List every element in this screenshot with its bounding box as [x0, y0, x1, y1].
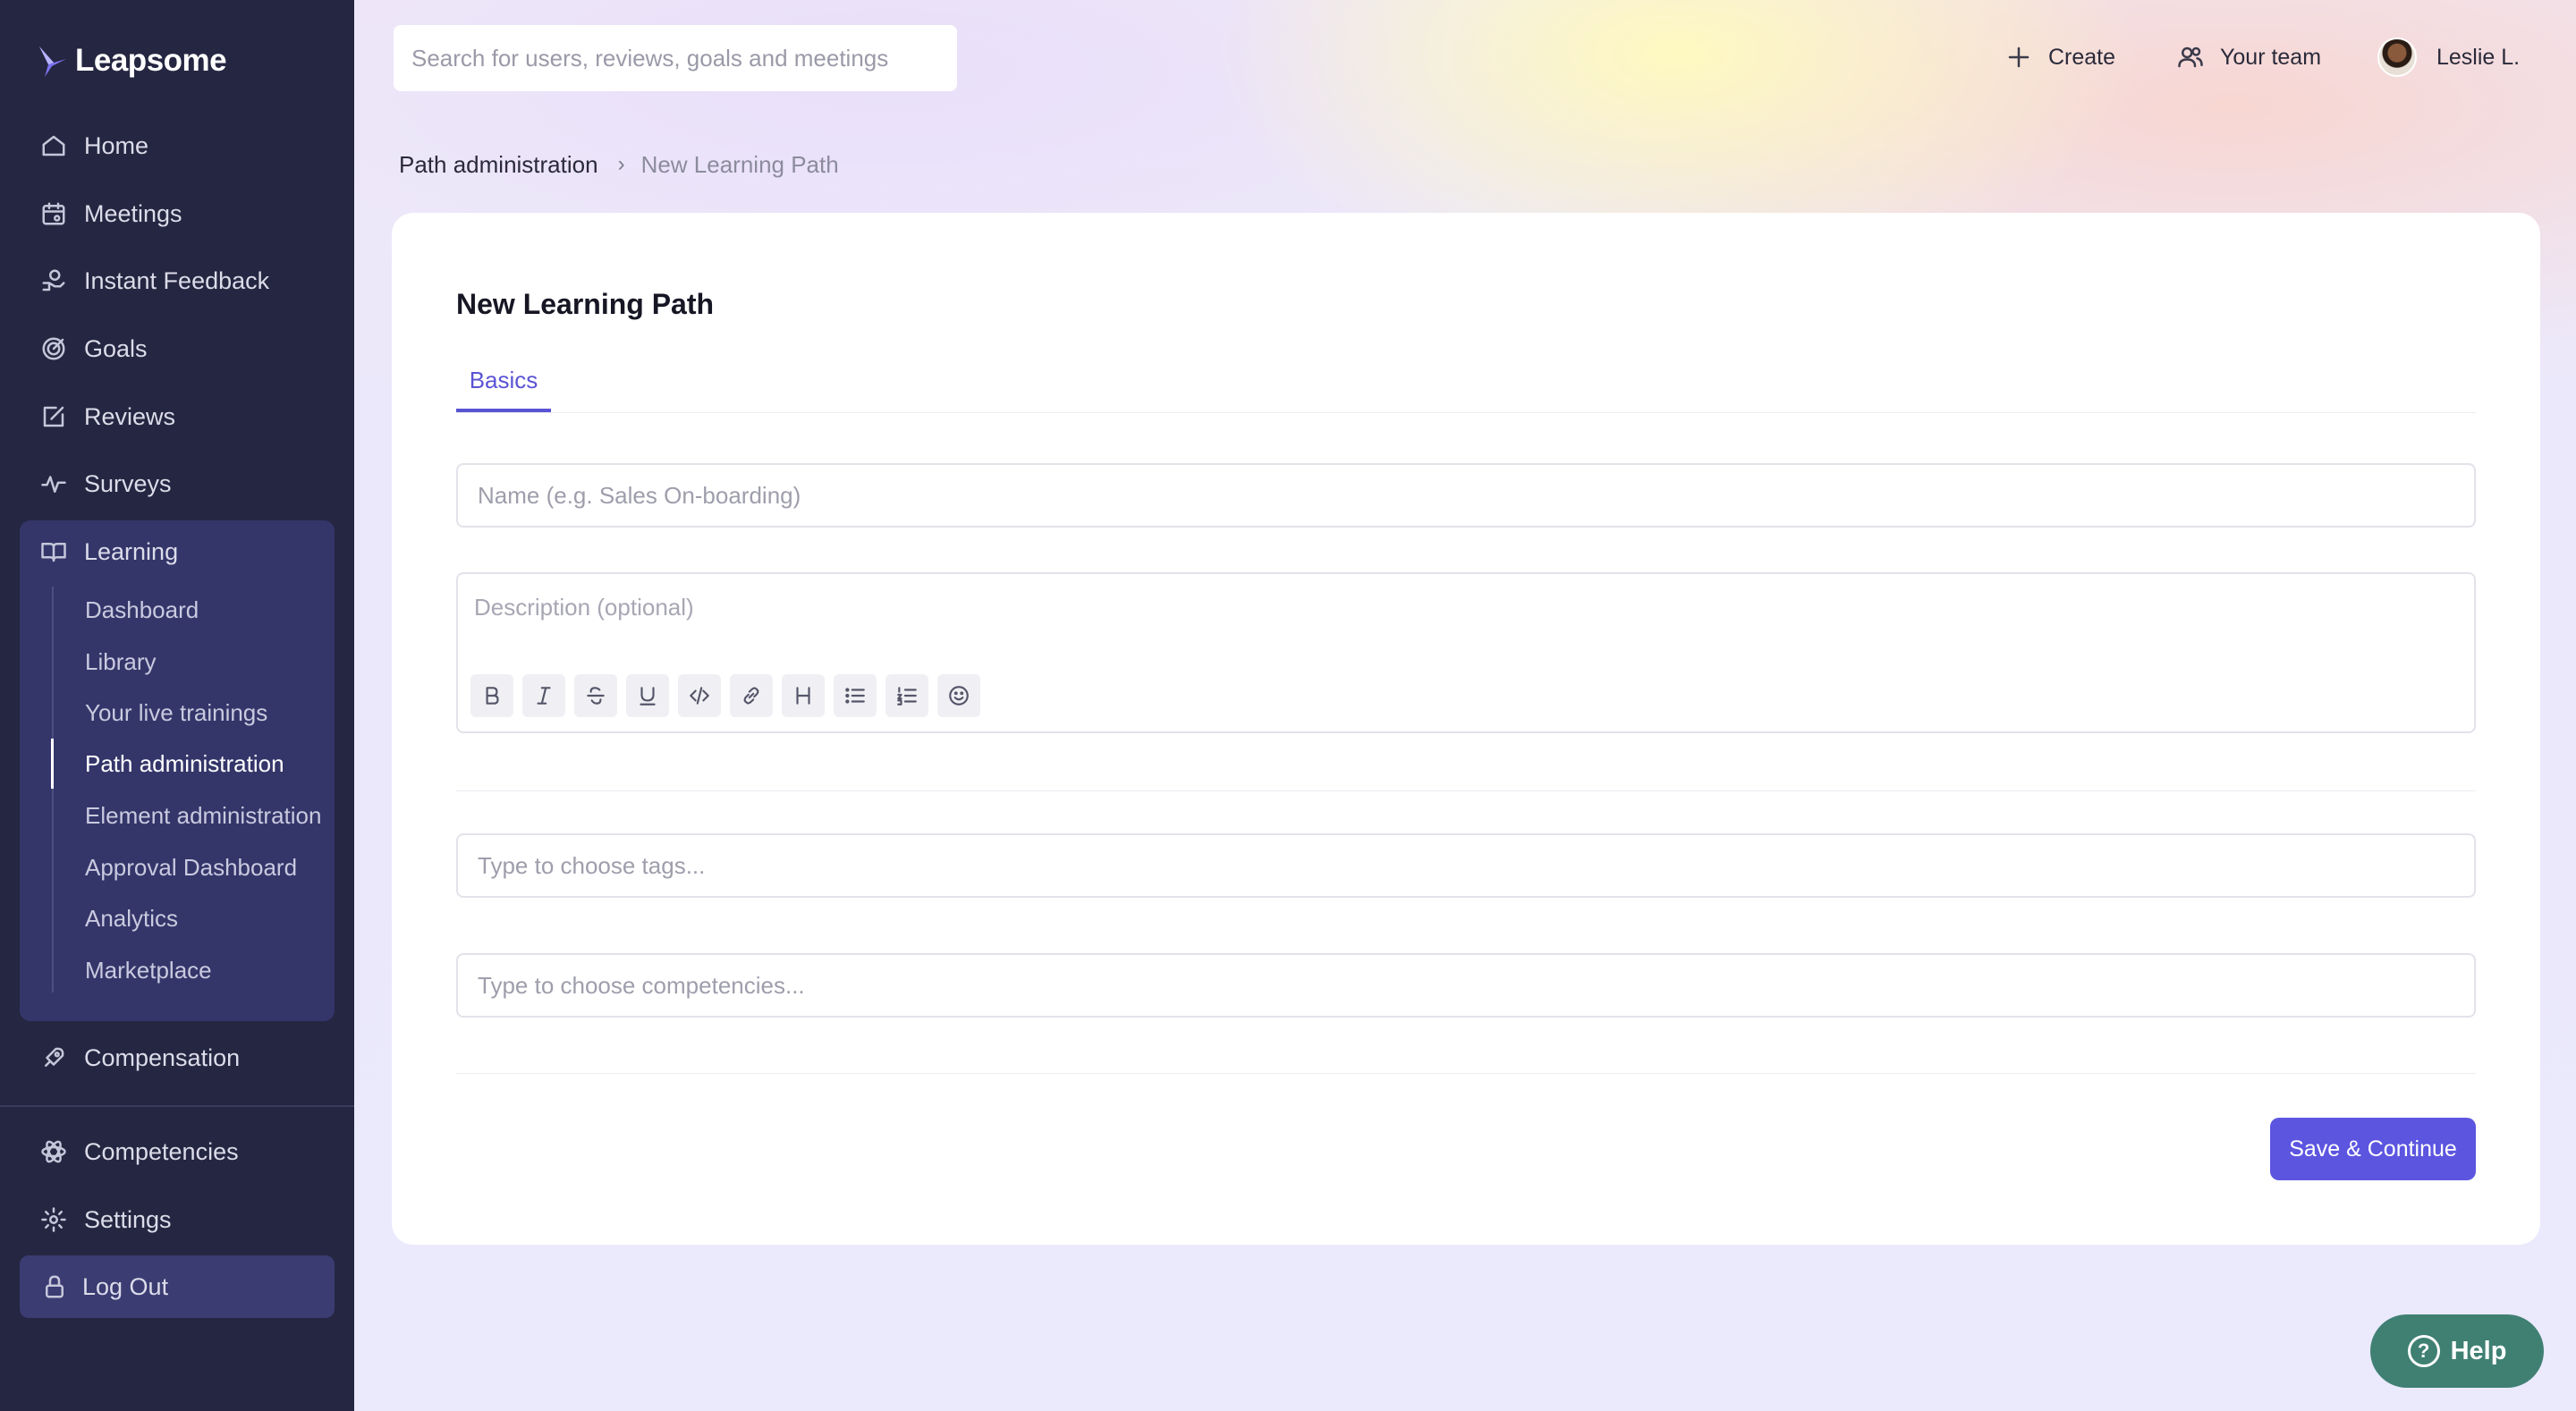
numbered-list-button[interactable] [886, 674, 928, 717]
heading-button[interactable] [782, 674, 825, 717]
breadcrumb-parent-link[interactable]: Path administration [399, 151, 598, 179]
edit-icon [39, 402, 68, 431]
logout-label: Log Out [82, 1272, 169, 1300]
sidebar-item-label: Surveys [84, 469, 172, 497]
help-button[interactable]: ? Help [2370, 1314, 2544, 1388]
link-button[interactable] [730, 674, 773, 717]
rich-text-toolbar [470, 674, 980, 717]
italic-icon [537, 687, 551, 705]
help-label: Help [2450, 1336, 2507, 1365]
main-content: Create Your team Leslie L. Path administ… [354, 0, 2576, 1411]
emoji-icon [949, 686, 969, 706]
sidebar-item-label: Reviews [84, 402, 176, 430]
leapsome-logo-icon [39, 46, 66, 77]
gear-icon [39, 1205, 68, 1234]
logo[interactable]: Leapsome [36, 39, 227, 82]
sidebar-item-home[interactable]: Home [39, 123, 148, 168]
sidebar-divider [0, 1105, 354, 1107]
sidebar-subitem-dashboard[interactable]: Dashboard [85, 590, 199, 629]
code-icon [690, 687, 709, 705]
sidebar: Leapsome Home Meetings Instant Feedback … [0, 0, 354, 1411]
hand-icon [39, 266, 68, 295]
sidebar-item-label: Learning [84, 537, 179, 565]
your-team-button[interactable]: Your team [2177, 32, 2321, 82]
competencies-input[interactable] [456, 953, 2476, 1018]
logo-text: Leapsome [75, 43, 227, 78]
sidebar-item-meetings[interactable]: Meetings [39, 191, 182, 236]
sidebar-subitem-element-administration[interactable]: Element administration [85, 796, 321, 835]
sidebar-item-surveys[interactable]: Surveys [39, 461, 172, 506]
plus-icon [2008, 46, 2029, 68]
bullet-list-button[interactable] [834, 674, 877, 717]
link-icon [743, 687, 759, 705]
name-input[interactable] [456, 463, 2476, 528]
user-menu[interactable]: Leslie L. [2377, 32, 2520, 82]
sidebar-item-instant-feedback[interactable]: Instant Feedback [39, 258, 269, 303]
search-input[interactable] [394, 25, 957, 91]
emoji-button[interactable] [937, 674, 980, 717]
user-name: Leslie L. [2436, 44, 2521, 70]
sidebar-item-label: Compensation [84, 1043, 241, 1071]
sidebar-item-label: Settings [84, 1205, 172, 1233]
bullet-list-icon [845, 688, 865, 704]
italic-button[interactable] [522, 674, 565, 717]
sidebar-subitem-marketplace[interactable]: Marketplace [85, 951, 212, 990]
calendar-icon [39, 199, 68, 228]
page-title: New Learning Path [456, 288, 715, 320]
pulse-icon [39, 469, 68, 498]
target-icon [39, 334, 68, 363]
tab-divider [456, 412, 2476, 413]
team-icon [2178, 46, 2203, 68]
avatar [2377, 38, 2417, 77]
atom-icon [39, 1137, 68, 1166]
sidebar-subitem-path-administration[interactable]: Path administration [85, 744, 284, 783]
tags-input[interactable] [456, 833, 2476, 898]
learning-tree-line [52, 587, 54, 993]
sidebar-item-learning[interactable]: Learning [39, 529, 178, 574]
chevron-right-icon: › [617, 152, 625, 176]
breadcrumb-current: New Learning Path [640, 150, 839, 178]
sidebar-item-goals[interactable]: Goals [39, 326, 148, 371]
sidebar-item-label: Goals [84, 334, 148, 362]
strikethrough-icon [587, 687, 605, 705]
sidebar-item-reviews[interactable]: Reviews [39, 394, 175, 439]
heading-icon [796, 687, 810, 705]
numbered-list-icon [897, 687, 917, 706]
bold-button[interactable] [470, 674, 513, 717]
sidebar-item-label: Competencies [84, 1137, 239, 1165]
sidebar-item-competencies[interactable]: Competencies [39, 1129, 239, 1174]
sidebar-item-settings[interactable]: Settings [39, 1197, 172, 1242]
tab-basics[interactable]: Basics [456, 352, 551, 413]
sidebar-item-label: Meetings [84, 199, 182, 227]
code-button[interactable] [678, 674, 721, 717]
logout-button[interactable]: Log Out [20, 1255, 335, 1318]
create-button[interactable]: Create [2005, 32, 2115, 82]
description-editor[interactable]: Description (optional) [456, 572, 2476, 733]
sidebar-item-compensation[interactable]: Compensation [39, 1035, 240, 1080]
save-continue-button[interactable]: Save & Continue [2270, 1118, 2476, 1180]
section-divider [456, 790, 2476, 791]
rocket-icon [39, 1043, 68, 1072]
create-label: Create [2048, 44, 2116, 70]
breadcrumb: Path administration › New Learning Path [399, 147, 839, 182]
footer-divider [456, 1073, 2476, 1074]
lock-icon [41, 1273, 68, 1300]
sidebar-item-label: Home [84, 131, 149, 159]
home-icon [39, 131, 68, 160]
bold-icon [486, 687, 499, 705]
book-icon [39, 537, 68, 566]
underline-icon [640, 687, 656, 706]
sidebar-subitem-approval-dashboard[interactable]: Approval Dashboard [85, 848, 297, 887]
strikethrough-button[interactable] [574, 674, 617, 717]
sidebar-subitem-analytics[interactable]: Analytics [85, 899, 178, 938]
your-team-label: Your team [2220, 44, 2322, 70]
active-indicator [51, 739, 54, 789]
sidebar-item-label: Instant Feedback [84, 266, 270, 294]
sidebar-subitem-live-trainings[interactable]: Your live trainings [85, 693, 267, 732]
learning-path-form-card: New Learning Path Basics Description (op… [392, 213, 2540, 1245]
description-placeholder: Description (optional) [474, 594, 694, 621]
question-icon: ? [2407, 1335, 2440, 1367]
sidebar-subitem-library[interactable]: Library [85, 642, 156, 681]
underline-button[interactable] [626, 674, 669, 717]
